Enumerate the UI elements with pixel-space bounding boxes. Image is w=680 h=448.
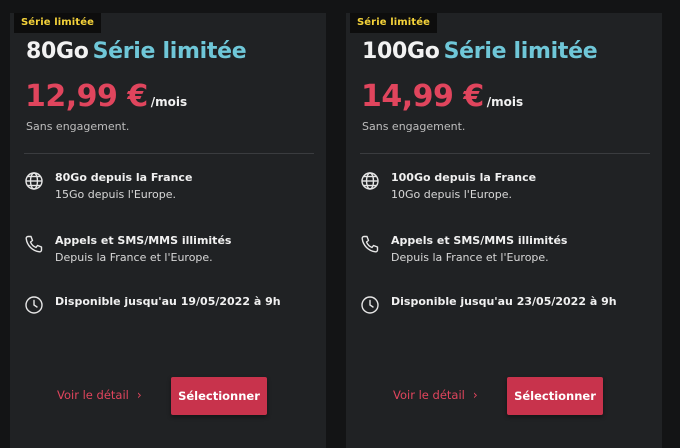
divider [24,153,314,154]
chevron-right-icon: › [472,388,478,402]
feature-data: 80Go depuis la France 15Go depuis l'Euro… [24,171,314,211]
price-amount: 12,99 € [25,79,148,114]
see-details-link[interactable]: Voir le détail › [393,388,478,402]
phone-icon [361,235,379,253]
globe-icon [361,172,379,190]
feature-title: 80Go depuis la France [55,171,193,184]
price-period: /mois [150,95,188,109]
limited-edition-badge: Série limitée [350,13,437,33]
select-button[interactable]: Sélectionner [507,377,603,415]
see-details-label: Voir le détail [393,388,465,402]
feature-title: Disponible jusqu'au 23/05/2022 à 9h [391,295,617,308]
feature-data: 100Go depuis la France 10Go depuis l'Eur… [360,171,650,211]
clock-icon [25,296,43,314]
divider [360,153,650,154]
globe-icon [25,172,43,190]
feature-calls: Appels et SMS/MMS illimités Depuis la Fr… [24,234,314,274]
offer-card-100go: Série limitée 100Go Série limitée 14,99 €… [346,13,662,448]
feature-detail: Depuis la France et l'Europe. [55,251,213,264]
offer-title: 80Go Série limitée [26,39,247,64]
price-period: /mois [486,95,524,109]
feature-title: Appels et SMS/MMS illimités [391,234,568,247]
feature-detail: 15Go depuis l'Europe. [55,188,176,201]
feature-detail: Depuis la France et l'Europe. [391,251,549,264]
clock-icon [361,296,379,314]
see-details-label: Voir le détail [57,388,129,402]
select-button[interactable]: Sélectionner [171,377,267,415]
offer-price: 14,99 €/mois [361,79,523,114]
offer-price: 12,99 €/mois [25,79,187,114]
feature-title: 100Go depuis la France [391,171,537,184]
feature-detail: 10Go depuis l'Europe. [391,188,512,201]
offer-card-80go: Série limitée 80Go Série limitée 12,99 € /… [10,13,326,448]
offer-title-suffix: Série limitée [92,39,247,64]
offer-title: 100Go Série limitée [362,39,598,64]
price-amount: 14,99 € [361,79,484,114]
feature-availability: Disponible jusqu'au 23/05/2022 à 9h [360,295,650,335]
chevron-right-icon: › [136,388,142,402]
commitment-text: Sans engagement. [26,120,130,133]
phone-icon [25,235,43,253]
feature-title: Appels et SMS/MMS illimités [55,234,232,247]
limited-edition-badge: Série limitée [14,13,101,33]
feature-availability: Disponible jusqu'au 19/05/2022 à 9h [24,295,314,335]
feature-calls: Appels et SMS/MMS illimités Depuis la Fr… [360,234,650,274]
see-details-link[interactable]: Voir le détail › [57,388,142,402]
feature-title: Disponible jusqu'au 19/05/2022 à 9h [55,295,281,308]
offer-data-amount: 80Go [26,39,89,64]
offer-data-amount: 100Go [362,39,440,64]
commitment-text: Sans engagement. [362,120,466,133]
offer-title-suffix: Série limitée [443,39,598,64]
